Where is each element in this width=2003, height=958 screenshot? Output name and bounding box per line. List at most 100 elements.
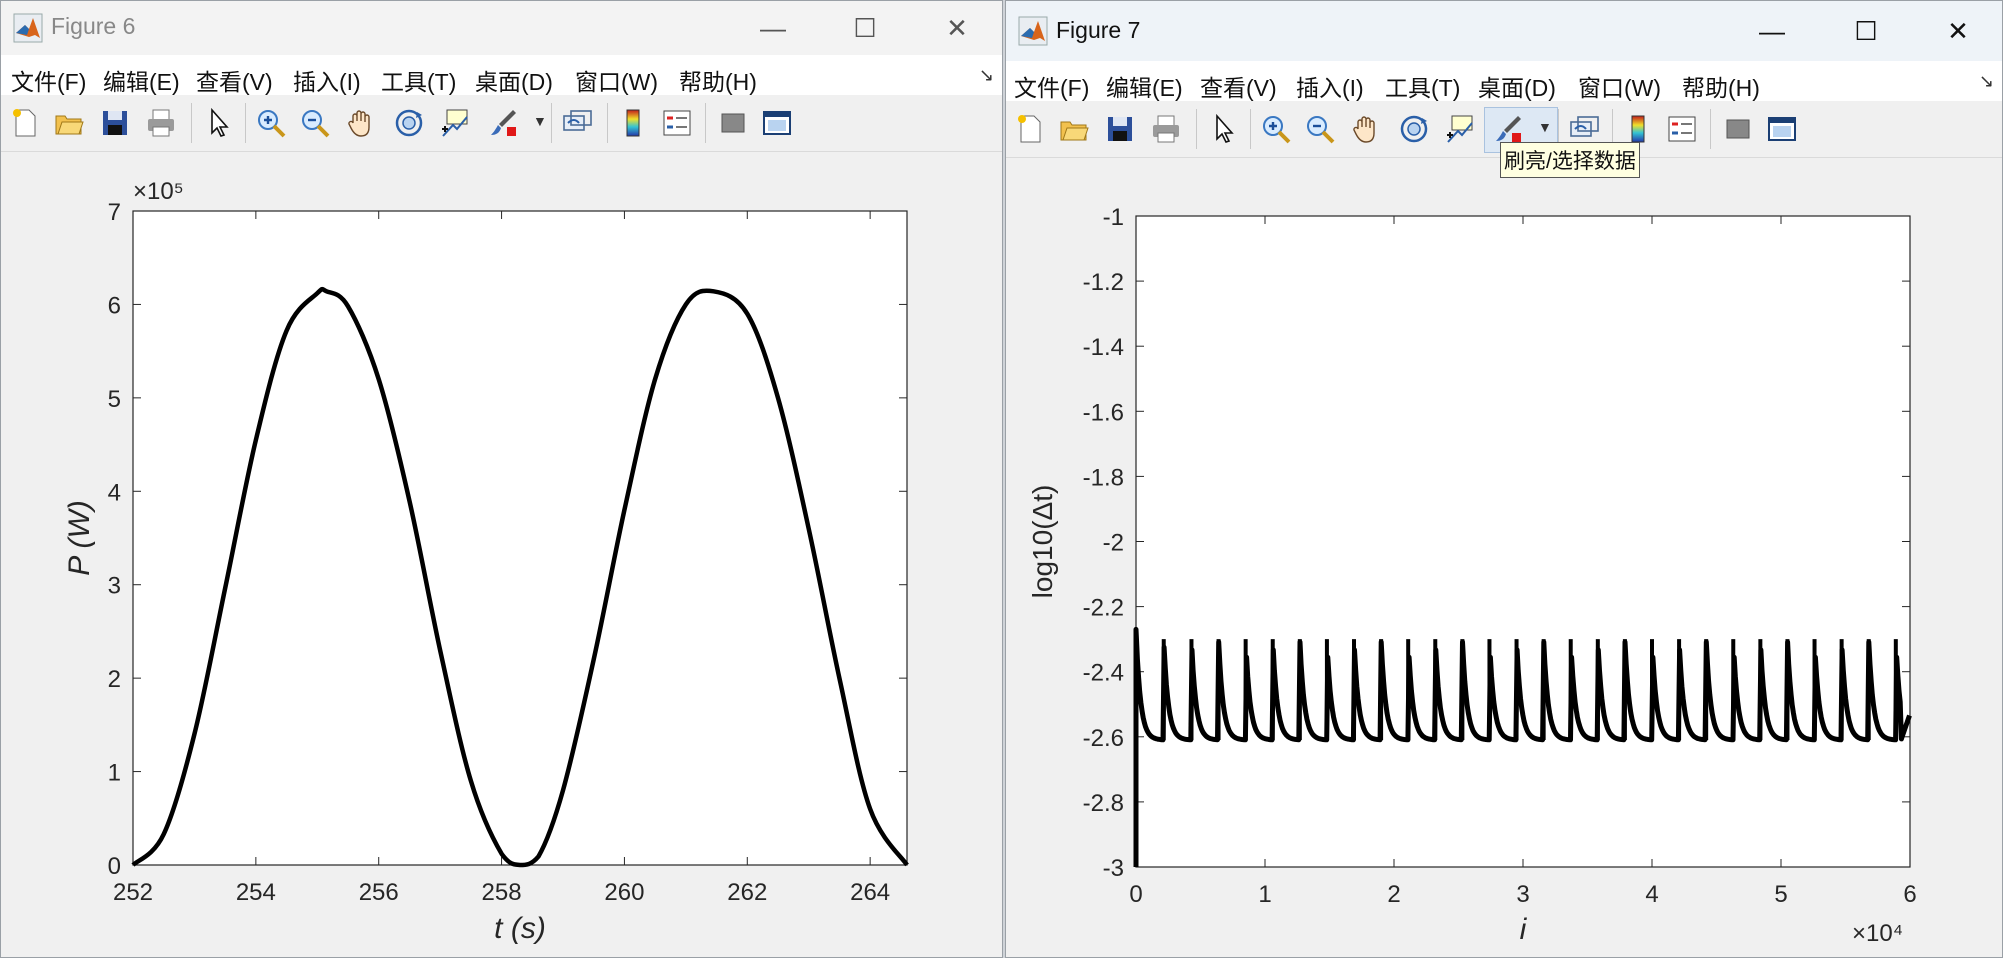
menu-desktop[interactable]: 桌面(D) — [475, 63, 553, 97]
close-button[interactable]: ✕ — [933, 9, 981, 47]
print-icon[interactable] — [145, 107, 177, 139]
dock-arrow-icon[interactable]: ↘ — [1979, 71, 1994, 92]
brush-icon[interactable] — [1492, 113, 1524, 145]
x-tick-label: 6 — [1903, 881, 1916, 908]
link-plot-icon[interactable] — [561, 107, 593, 139]
toolbar-separator — [245, 103, 246, 143]
y-tick-label: 3 — [108, 573, 121, 600]
menu-view[interactable]: 查看(V) — [1200, 69, 1277, 103]
pan-hand-icon[interactable] — [1350, 113, 1382, 145]
open-file-icon[interactable] — [53, 107, 85, 139]
chevron-down-icon[interactable]: ▼ — [533, 113, 547, 129]
colorbar-icon[interactable] — [1622, 113, 1654, 145]
toolbar-separator — [607, 103, 608, 143]
x-tick-label: 1 — [1258, 881, 1271, 908]
pan-hand-icon[interactable] — [345, 107, 377, 139]
menu-view[interactable]: 查看(V) — [196, 63, 273, 97]
toolbar-separator — [1196, 109, 1197, 149]
figure-canvas: 252 254 256 258 260 262 264 0 1 2 3 4 5 6 7 ×10⁵ t (s) P … — [1, 152, 1002, 957]
y-tick-label: -2.2 — [1083, 595, 1124, 622]
timestep-chart: 0 1 2 3 4 5 6 -1 -1.2 -1.4 -1.6 -1.8 -2 -2.2 -2.4 -2.6 -… — [1027, 204, 1917, 947]
toolbar-separator — [1710, 109, 1711, 149]
window-title: Figure 6 — [51, 13, 136, 39]
y-tick-label: 0 — [108, 853, 121, 880]
x-exponent-label: ×10⁴ — [1852, 920, 1903, 947]
hide-plot-tools-icon[interactable] — [717, 107, 749, 139]
new-figure-icon[interactable] — [1014, 113, 1046, 145]
y-tick-label: -1.8 — [1083, 464, 1124, 491]
menu-desktop[interactable]: 桌面(D) — [1478, 69, 1556, 103]
maximize-button[interactable]: ☐ — [841, 9, 889, 47]
y-tick-label: 1 — [108, 760, 121, 787]
zoom-out-icon[interactable] — [299, 107, 331, 139]
data-cursor-icon[interactable] — [439, 107, 471, 139]
x-tick-label: 254 — [236, 879, 276, 906]
menu-help[interactable]: 帮助(H) — [679, 63, 757, 97]
x-tick-label: 3 — [1516, 881, 1529, 908]
x-tick-label: 264 — [850, 879, 890, 906]
y-tick-label: -2.4 — [1083, 660, 1124, 687]
x-axis-label: i — [1520, 913, 1528, 946]
rotate-3d-icon[interactable] — [393, 107, 425, 139]
new-figure-icon[interactable] — [9, 107, 41, 139]
menu-tools[interactable]: 工具(T) — [381, 63, 456, 97]
colorbar-icon[interactable] — [617, 107, 649, 139]
title-bar[interactable]: Figure 6 — ☐ ✕ — [1, 1, 1002, 55]
toolbar-separator — [705, 103, 706, 143]
legend-icon[interactable] — [1666, 113, 1698, 145]
minimize-button[interactable]: — — [1748, 12, 1796, 50]
hide-plot-tools-icon[interactable] — [1722, 113, 1754, 145]
y-tick-label: 7 — [108, 199, 121, 226]
x-tick-label: 256 — [359, 879, 399, 906]
chevron-down-icon[interactable]: ▼ — [1538, 119, 1552, 135]
show-plot-tools-icon[interactable] — [1766, 113, 1798, 145]
menu-insert[interactable]: 插入(I) — [1296, 69, 1364, 103]
brush-icon[interactable] — [487, 107, 519, 139]
zoom-out-icon[interactable] — [1304, 113, 1336, 145]
y-exponent-label: ×10⁵ — [133, 178, 184, 205]
menu-edit[interactable]: 编辑(E) — [1106, 69, 1183, 103]
edit-plot-arrow-icon[interactable] — [1208, 113, 1240, 145]
menu-edit[interactable]: 编辑(E) — [103, 63, 180, 97]
title-bar[interactable]: Figure 7 — ☐ ✕ — [1006, 1, 2002, 61]
x-tick-label: 252 — [113, 879, 153, 906]
plot-axes-box — [1135, 215, 1911, 868]
menu-help[interactable]: 帮助(H) — [1682, 69, 1760, 103]
y-tick-label: -1.4 — [1083, 334, 1124, 361]
menu-file[interactable]: 文件(F) — [1014, 69, 1089, 103]
zoom-in-icon[interactable] — [1260, 113, 1292, 145]
edit-plot-arrow-icon[interactable] — [203, 107, 235, 139]
dock-arrow-icon[interactable]: ↘ — [979, 65, 994, 86]
power-time-chart: 252 254 256 258 260 262 264 0 1 2 3 4 5 6 7 ×10⁵ t (s) P … — [63, 178, 909, 945]
minimize-button[interactable]: — — [749, 9, 797, 47]
y-axis-label: P (W) — [63, 500, 96, 576]
plot-axes-box — [132, 210, 908, 866]
toolbar-separator — [1250, 109, 1251, 149]
y-tick-label: -2.8 — [1083, 790, 1124, 817]
y-tick-label: -3 — [1103, 855, 1124, 882]
menu-file[interactable]: 文件(F) — [11, 63, 86, 97]
save-icon[interactable] — [1104, 113, 1136, 145]
menu-insert[interactable]: 插入(I) — [293, 63, 361, 97]
save-icon[interactable] — [99, 107, 131, 139]
menu-tools[interactable]: 工具(T) — [1385, 69, 1460, 103]
print-icon[interactable] — [1150, 113, 1182, 145]
maximize-button[interactable]: ☐ — [1842, 12, 1890, 50]
show-plot-tools-icon[interactable] — [761, 107, 793, 139]
link-plot-icon[interactable] — [1568, 113, 1600, 145]
menu-bar: 文件(F) 编辑(E) 查看(V) 插入(I) 工具(T) 桌面(D) 窗口(W… — [1006, 61, 2002, 101]
matlab-logo-icon — [1018, 16, 1048, 46]
rotate-3d-icon[interactable] — [1398, 113, 1430, 145]
legend-icon[interactable] — [661, 107, 693, 139]
zoom-in-icon[interactable] — [255, 107, 287, 139]
toolbar-separator — [191, 103, 192, 143]
figure-6-window: Figure 6 — ☐ ✕ 文件(F) 编辑(E) 查看(V) 插入(I) 工… — [0, 0, 1003, 958]
y-tick-label: 6 — [108, 292, 121, 319]
close-button[interactable]: ✕ — [1934, 12, 1982, 50]
y-tick-label: -1.6 — [1083, 399, 1124, 426]
x-tick-label: 0 — [1129, 881, 1142, 908]
open-file-icon[interactable] — [1058, 113, 1090, 145]
menu-window[interactable]: 窗口(W) — [1578, 69, 1661, 103]
data-cursor-icon[interactable] — [1444, 113, 1476, 145]
menu-window[interactable]: 窗口(W) — [575, 63, 658, 97]
